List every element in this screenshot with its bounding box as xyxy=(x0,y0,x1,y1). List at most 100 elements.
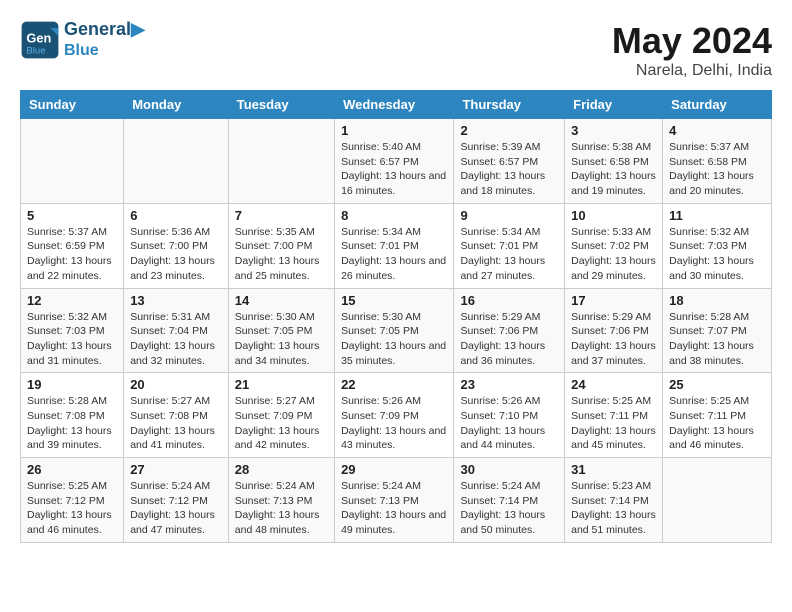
day-sun-info: Sunrise: 5:24 AMSunset: 7:12 PMDaylight:… xyxy=(130,479,222,538)
day-sun-info: Sunrise: 5:27 AMSunset: 7:09 PMDaylight:… xyxy=(235,394,328,453)
calendar-day-cell: 27 Sunrise: 5:24 AMSunset: 7:12 PMDayligh… xyxy=(124,458,229,543)
day-number: 6 xyxy=(130,208,222,223)
day-number: 17 xyxy=(571,293,656,308)
logo: Gen Blue General▶ Blue xyxy=(20,20,145,60)
calendar-week-row: 12Sunrise: 5:32 AMSunset: 7:03 PMDayligh… xyxy=(21,288,772,373)
day-of-week-header: Thursday xyxy=(454,91,565,119)
day-number: 21 xyxy=(235,377,328,392)
location-subtitle: Narela, Delhi, India xyxy=(612,62,772,80)
calendar-day-cell: 12Sunrise: 5:32 AMSunset: 7:03 PMDayligh… xyxy=(21,288,124,373)
day-sun-info: Sunrise: 5:26 AMSunset: 7:09 PMDaylight:… xyxy=(341,394,447,453)
calendar-day-cell: 5 Sunrise: 5:37 AMSunset: 6:59 PMDaylight… xyxy=(21,203,124,288)
day-number: 22 xyxy=(341,377,447,392)
calendar-day-cell: 4 Sunrise: 5:37 AMSunset: 6:58 PMDaylight… xyxy=(663,119,772,204)
day-number: 4 xyxy=(669,123,765,138)
day-number: 2 xyxy=(460,123,558,138)
day-number: 23 xyxy=(460,377,558,392)
calendar-day-cell: 19 Sunrise: 5:28 AMSunset: 7:08 PMDayligh… xyxy=(21,373,124,458)
day-number: 20 xyxy=(130,377,222,392)
day-sun-info: Sunrise: 5:38 AMSunset: 6:58 PMDaylight:… xyxy=(571,140,656,199)
day-sun-info: Sunrise: 5:32 AMSunset: 7:03 PMDaylight:… xyxy=(27,310,117,369)
day-number: 5 xyxy=(27,208,117,223)
day-number: 14 xyxy=(235,293,328,308)
calendar-day-cell: 22 Sunrise: 5:26 AMSunset: 7:09 PMDayligh… xyxy=(335,373,454,458)
calendar-day-cell: 13Sunrise: 5:31 AMSunset: 7:04 PMDayligh… xyxy=(124,288,229,373)
day-number: 1 xyxy=(341,123,447,138)
calendar-day-cell xyxy=(663,458,772,543)
calendar-week-row: 19 Sunrise: 5:28 AMSunset: 7:08 PMDayligh… xyxy=(21,373,772,458)
day-number: 7 xyxy=(235,208,328,223)
calendar-day-cell: 21 Sunrise: 5:27 AMSunset: 7:09 PMDayligh… xyxy=(228,373,334,458)
day-sun-info: Sunrise: 5:36 AMSunset: 7:00 PMDaylight:… xyxy=(130,225,222,284)
day-number: 28 xyxy=(235,462,328,477)
calendar-day-cell: 15 Sunrise: 5:30 AMSunset: 7:05 PMDayligh… xyxy=(335,288,454,373)
day-sun-info: Sunrise: 5:25 AMSunset: 7:11 PMDaylight:… xyxy=(571,394,656,453)
day-number: 26 xyxy=(27,462,117,477)
calendar-day-cell: 30Sunrise: 5:24 AMSunset: 7:14 PMDayligh… xyxy=(454,458,565,543)
day-sun-info: Sunrise: 5:25 AMSunset: 7:11 PMDaylight:… xyxy=(669,394,765,453)
day-sun-info: Sunrise: 5:26 AMSunset: 7:10 PMDaylight:… xyxy=(460,394,558,453)
calendar-day-cell: 1 Sunrise: 5:40 AMSunset: 6:57 PMDaylight… xyxy=(335,119,454,204)
day-number: 16 xyxy=(460,293,558,308)
day-sun-info: Sunrise: 5:32 AMSunset: 7:03 PMDaylight:… xyxy=(669,225,765,284)
day-sun-info: Sunrise: 5:31 AMSunset: 7:04 PMDaylight:… xyxy=(130,310,222,369)
calendar-day-cell: 8 Sunrise: 5:34 AMSunset: 7:01 PMDaylight… xyxy=(335,203,454,288)
day-number: 8 xyxy=(341,208,447,223)
calendar-day-cell: 23 Sunrise: 5:26 AMSunset: 7:10 PMDayligh… xyxy=(454,373,565,458)
calendar-day-cell: 31 Sunrise: 5:23 AMSunset: 7:14 PMDayligh… xyxy=(565,458,663,543)
logo-icon: Gen Blue xyxy=(20,20,60,60)
day-number: 3 xyxy=(571,123,656,138)
day-sun-info: Sunrise: 5:28 AMSunset: 7:08 PMDaylight:… xyxy=(27,394,117,453)
calendar-day-cell xyxy=(124,119,229,204)
day-sun-info: Sunrise: 5:29 AMSunset: 7:06 PMDaylight:… xyxy=(460,310,558,369)
calendar-week-row: 1 Sunrise: 5:40 AMSunset: 6:57 PMDaylight… xyxy=(21,119,772,204)
day-sun-info: Sunrise: 5:33 AMSunset: 7:02 PMDaylight:… xyxy=(571,225,656,284)
day-sun-info: Sunrise: 5:37 AMSunset: 6:59 PMDaylight:… xyxy=(27,225,117,284)
calendar-day-cell: 14Sunrise: 5:30 AMSunset: 7:05 PMDayligh… xyxy=(228,288,334,373)
svg-text:Blue: Blue xyxy=(26,46,45,57)
day-sun-info: Sunrise: 5:35 AMSunset: 7:00 PMDaylight:… xyxy=(235,225,328,284)
day-number: 27 xyxy=(130,462,222,477)
day-of-week-header: Saturday xyxy=(663,91,772,119)
svg-text:Gen: Gen xyxy=(26,30,51,45)
day-number: 29 xyxy=(341,462,447,477)
calendar-day-cell: 17 Sunrise: 5:29 AMSunset: 7:06 PMDayligh… xyxy=(565,288,663,373)
day-sun-info: Sunrise: 5:30 AMSunset: 7:05 PMDaylight:… xyxy=(341,310,447,369)
calendar-day-cell xyxy=(21,119,124,204)
calendar-day-cell: 2 Sunrise: 5:39 AMSunset: 6:57 PMDaylight… xyxy=(454,119,565,204)
day-number: 19 xyxy=(27,377,117,392)
calendar-day-cell xyxy=(228,119,334,204)
calendar-day-cell: 29 Sunrise: 5:24 AMSunset: 7:13 PMDayligh… xyxy=(335,458,454,543)
calendar-day-cell: 9Sunrise: 5:34 AMSunset: 7:01 PMDaylight… xyxy=(454,203,565,288)
month-year-title: May 2024 xyxy=(612,20,772,62)
day-sun-info: Sunrise: 5:24 AMSunset: 7:13 PMDaylight:… xyxy=(341,479,447,538)
calendar-day-cell: 7 Sunrise: 5:35 AMSunset: 7:00 PMDaylight… xyxy=(228,203,334,288)
day-of-week-header: Friday xyxy=(565,91,663,119)
calendar-week-row: 26Sunrise: 5:25 AMSunset: 7:12 PMDayligh… xyxy=(21,458,772,543)
day-number: 15 xyxy=(341,293,447,308)
calendar-day-cell: 10Sunrise: 5:33 AMSunset: 7:02 PMDayligh… xyxy=(565,203,663,288)
logo-text: General▶ Blue xyxy=(64,20,145,60)
day-number: 25 xyxy=(669,377,765,392)
calendar-day-cell: 28 Sunrise: 5:24 AMSunset: 7:13 PMDayligh… xyxy=(228,458,334,543)
day-sun-info: Sunrise: 5:24 AMSunset: 7:14 PMDaylight:… xyxy=(460,479,558,538)
day-number: 24 xyxy=(571,377,656,392)
calendar-day-cell: 26Sunrise: 5:25 AMSunset: 7:12 PMDayligh… xyxy=(21,458,124,543)
day-number: 31 xyxy=(571,462,656,477)
day-of-week-header: Wednesday xyxy=(335,91,454,119)
day-sun-info: Sunrise: 5:34 AMSunset: 7:01 PMDaylight:… xyxy=(460,225,558,284)
day-sun-info: Sunrise: 5:37 AMSunset: 6:58 PMDaylight:… xyxy=(669,140,765,199)
day-sun-info: Sunrise: 5:29 AMSunset: 7:06 PMDaylight:… xyxy=(571,310,656,369)
calendar-day-cell: 3 Sunrise: 5:38 AMSunset: 6:58 PMDaylight… xyxy=(565,119,663,204)
day-number: 18 xyxy=(669,293,765,308)
day-sun-info: Sunrise: 5:40 AMSunset: 6:57 PMDaylight:… xyxy=(341,140,447,199)
calendar-day-cell: 25 Sunrise: 5:25 AMSunset: 7:11 PMDayligh… xyxy=(663,373,772,458)
calendar-body: 1 Sunrise: 5:40 AMSunset: 6:57 PMDaylight… xyxy=(21,119,772,543)
day-sun-info: Sunrise: 5:23 AMSunset: 7:14 PMDaylight:… xyxy=(571,479,656,538)
day-sun-info: Sunrise: 5:27 AMSunset: 7:08 PMDaylight:… xyxy=(130,394,222,453)
calendar-table: SundayMondayTuesdayWednesdayThursdayFrid… xyxy=(20,90,772,543)
day-sun-info: Sunrise: 5:39 AMSunset: 6:57 PMDaylight:… xyxy=(460,140,558,199)
day-sun-info: Sunrise: 5:24 AMSunset: 7:13 PMDaylight:… xyxy=(235,479,328,538)
calendar-day-cell: 24 Sunrise: 5:25 AMSunset: 7:11 PMDayligh… xyxy=(565,373,663,458)
day-sun-info: Sunrise: 5:34 AMSunset: 7:01 PMDaylight:… xyxy=(341,225,447,284)
